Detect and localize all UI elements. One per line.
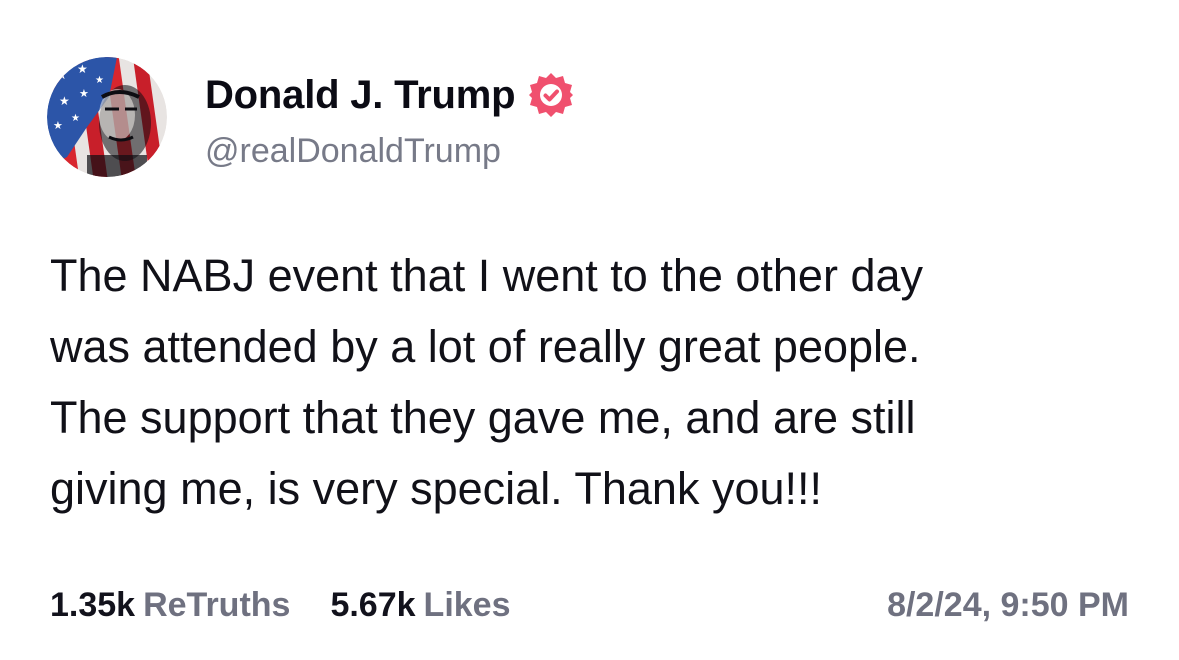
likes-count: 5.67k	[330, 585, 416, 624]
svg-text:★: ★	[53, 119, 63, 132]
author-handle[interactable]: @realDonaldTrump	[205, 132, 501, 171]
svg-text:★: ★	[77, 62, 88, 76]
svg-text:★: ★	[71, 113, 80, 124]
post-text: The NABJ event that I went to the other …	[50, 240, 1140, 524]
svg-text:★: ★	[55, 67, 68, 83]
author-display-name[interactable]: Donald J. Trump	[205, 73, 516, 118]
retruths-label: ReTruths	[143, 585, 291, 624]
flag-portrait-avatar-icon: ★ ★ ★ ★ ★ ★ ★	[47, 57, 167, 177]
retruths-count: 1.35k	[50, 585, 136, 624]
post-timestamp[interactable]: 8/2/24, 9:50 PM	[887, 586, 1129, 625]
post-text-line: The support that they gave me, and are s…	[50, 392, 916, 443]
verified-badge-icon	[529, 73, 574, 117]
retruths-stat[interactable]: 1.35k ReTruths	[50, 586, 290, 625]
author-name-row: Donald J. Trump	[205, 70, 575, 120]
likes-label: Likes	[423, 585, 511, 624]
avatar[interactable]: ★ ★ ★ ★ ★ ★ ★	[47, 57, 167, 177]
truth-post: ★ ★ ★ ★ ★ ★ ★ Donald J. Trump @realDonal…	[0, 0, 1179, 660]
post-text-line: was attended by a lot of really great pe…	[50, 321, 921, 372]
svg-text:★: ★	[59, 94, 70, 108]
post-stats: 1.35k ReTruths 5.67k Likes 8/2/24, 9:50 …	[50, 584, 1129, 626]
svg-text:★: ★	[79, 87, 89, 100]
svg-text:★: ★	[95, 75, 104, 86]
likes-stat[interactable]: 5.67k Likes	[330, 586, 510, 625]
post-text-line: The NABJ event that I went to the other …	[50, 250, 923, 301]
post-text-line: giving me, is very special. Thank you!!!	[50, 463, 823, 514]
